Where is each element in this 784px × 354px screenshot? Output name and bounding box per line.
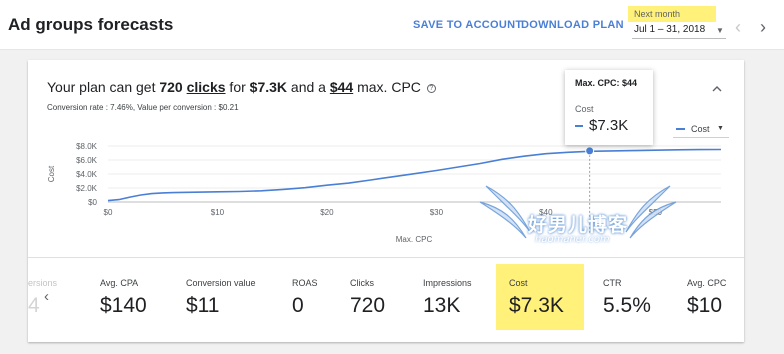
watermark-text: 好男儿博客 xyxy=(528,214,629,236)
y-tick-label: $8.0K xyxy=(76,142,98,151)
metric-roas[interactable]: ROAS 0 xyxy=(292,270,344,330)
y-axis-label: Cost xyxy=(47,165,56,182)
date-range-label: Next month xyxy=(634,9,681,19)
save-to-account-button[interactable]: SAVE TO ACCOUNT xyxy=(413,19,522,31)
metric-value: $11 xyxy=(186,294,220,317)
metric-label: Impressions xyxy=(423,278,472,288)
metric-value-conversions: 4 xyxy=(28,294,40,317)
chevron-left-icon[interactable]: ‹ xyxy=(735,18,741,36)
y-tick-label: $2.0K xyxy=(76,184,98,193)
metric-value: 720 xyxy=(350,294,386,317)
tooltip-value: $7.3K xyxy=(589,117,629,134)
tooltip-title: Max. CPC: $44 xyxy=(575,78,638,88)
metric-label: Avg. CPC xyxy=(687,278,727,288)
chevron-right-icon[interactable]: › xyxy=(760,18,766,36)
chart-tooltip: Max. CPC: $44 Cost $7.3K xyxy=(565,70,653,145)
series-select[interactable]: Cost ▼ xyxy=(673,120,729,138)
dropdown-caret-icon[interactable]: ▼ xyxy=(716,26,724,35)
x-tick-label: $10 xyxy=(211,208,225,217)
legend-label: Cost xyxy=(691,124,710,134)
dropdown-caret-icon: ▼ xyxy=(717,125,724,132)
metric-value: 0 xyxy=(292,294,304,317)
tooltip-swatch xyxy=(575,125,583,127)
metric-avg-cpa[interactable]: Avg. CPA $140 xyxy=(100,270,180,330)
metric-label: CTR xyxy=(603,278,622,288)
x-tick-label: $30 xyxy=(430,208,444,217)
x-tick-label: $0 xyxy=(104,208,113,217)
page-title: Ad groups forecasts xyxy=(8,15,174,34)
metric-value: $7.3K xyxy=(509,294,564,317)
highlight-point[interactable] xyxy=(585,146,595,156)
metric-label: Clicks xyxy=(350,278,374,288)
metric-value: $10 xyxy=(687,294,723,317)
chevron-left-icon[interactable]: ‹ xyxy=(44,288,49,305)
y-tick-label: $4.0K xyxy=(76,170,98,179)
metric-clicks[interactable]: Clicks 720 xyxy=(350,270,414,330)
metric-value: $140 xyxy=(100,294,147,317)
metric-label: Conversion value xyxy=(186,278,256,288)
metric-value: 5.5% xyxy=(603,294,651,317)
metric-label-conversions: ersions xyxy=(28,278,58,288)
date-range-select[interactable]: Jul 1 – 31, 2018 xyxy=(634,24,705,35)
metric-impressions[interactable]: Impressions 13K xyxy=(423,270,499,330)
metric-value: 13K xyxy=(423,294,461,317)
x-axis-label: Max. CPC xyxy=(396,235,433,244)
metric-label: ROAS xyxy=(292,278,318,288)
y-tick-label: $6.0K xyxy=(76,156,98,165)
metric-label: Cost xyxy=(509,278,528,288)
date-range-underline xyxy=(632,38,726,39)
download-plan-button[interactable]: DOWNLOAD PLAN xyxy=(521,19,624,31)
legend-swatch xyxy=(676,128,685,130)
top-bar: Ad groups forecasts SAVE TO ACCOUNT DOWN… xyxy=(0,0,784,50)
metric-cost[interactable]: Cost $7.3K xyxy=(496,264,584,330)
metric-label: Avg. CPA xyxy=(100,278,139,288)
tooltip-label: Cost xyxy=(575,104,594,114)
metric-ctr[interactable]: CTR 5.5% xyxy=(603,270,665,330)
metric-conversion-value[interactable]: Conversion value $11 xyxy=(186,270,282,330)
y-tick-label: $0 xyxy=(88,198,97,207)
metric-avg-cpc[interactable]: Avg. CPC $10 xyxy=(687,270,743,330)
watermark-url: haomaner.com xyxy=(535,234,610,245)
x-tick-label: $20 xyxy=(320,208,334,217)
